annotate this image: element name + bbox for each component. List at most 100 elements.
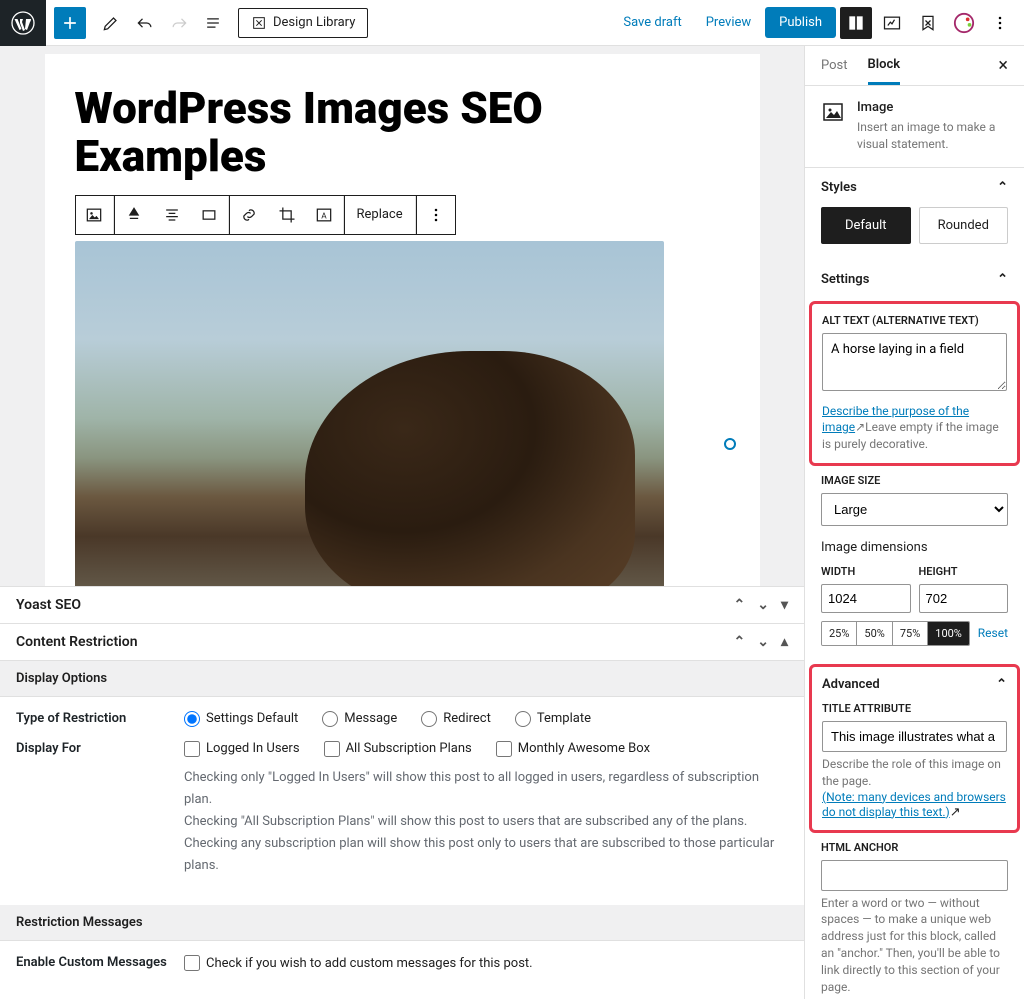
more-options-icon[interactable] <box>984 7 1016 39</box>
editor-canvas[interactable]: WordPress Images SEO Examples A Replace <box>0 46 804 586</box>
width-label: WIDTH <box>821 565 911 578</box>
image-size-label: IMAGE SIZE <box>821 474 1008 487</box>
help-text-2: Checking "All Subscription Plans" will s… <box>184 811 788 833</box>
preview-button[interactable]: Preview <box>696 9 761 36</box>
wide-icon[interactable] <box>191 196 229 234</box>
check-enable-custom[interactable]: Check if you wish to add custom messages… <box>184 955 788 971</box>
block-toolbar: A Replace <box>75 195 456 235</box>
styles-section-header[interactable]: Styles ⌃ <box>805 168 1024 207</box>
anchor-help-text: Enter a word or two — without spaces — t… <box>821 895 1008 996</box>
pct-100-button[interactable]: 100% <box>928 622 969 645</box>
chevron-up-icon: ⌃ <box>997 180 1008 195</box>
alt-text-label: ALT TEXT (ALTERNATIVE TEXT) <box>822 314 1007 327</box>
chevron-up-icon: ⌃ <box>996 677 1007 692</box>
close-sidebar-icon[interactable]: × <box>998 55 1008 76</box>
list-view-icon[interactable] <box>196 6 230 40</box>
block-more-icon[interactable] <box>417 196 455 234</box>
title-attr-input[interactable] <box>822 721 1007 752</box>
yoast-panel-title: Yoast SEO <box>16 597 81 613</box>
post-title[interactable]: WordPress Images SEO Examples <box>45 84 760 191</box>
text-overlay-icon[interactable]: A <box>306 196 344 234</box>
title-help-text: Describe the role of this image on the p… <box>822 756 1007 790</box>
anchor-label: HTML ANCHOR <box>821 841 1008 854</box>
replace-button[interactable]: Replace <box>345 196 416 234</box>
block-type-icon[interactable] <box>76 196 114 234</box>
resize-handle-right[interactable] <box>724 438 736 450</box>
chevron-up-icon[interactable]: ⌃ <box>734 597 746 613</box>
style-rounded-button[interactable]: Rounded <box>919 207 1009 244</box>
radio-template[interactable]: Template <box>515 711 591 727</box>
radio-message[interactable]: Message <box>322 711 397 727</box>
image-dimensions-label: Image dimensions <box>821 540 1008 555</box>
settings-sidebar: Post Block × Image Insert an image to ma… <box>804 46 1024 999</box>
anchor-input[interactable] <box>821 860 1008 891</box>
chevron-down-icon[interactable]: ⌄ <box>757 597 769 613</box>
image-block-icon <box>821 100 845 124</box>
restriction-messages-header: Restriction Messages <box>0 905 804 941</box>
tab-post[interactable]: Post <box>821 48 848 83</box>
block-name: Image <box>857 100 1008 115</box>
check-logged-in[interactable]: Logged In Users <box>184 741 300 757</box>
pct-75-button[interactable]: 75% <box>893 622 928 645</box>
check-monthly[interactable]: Monthly Awesome Box <box>496 741 650 757</box>
add-block-button[interactable] <box>54 7 86 39</box>
pct-25-button[interactable]: 25% <box>822 622 857 645</box>
triangle-up-icon[interactable]: ▴ <box>781 634 788 650</box>
advanced-section-header[interactable]: Advanced ⌃ <box>822 677 1007 702</box>
wordpress-logo[interactable] <box>0 0 46 46</box>
yoast-panel-header[interactable]: Yoast SEO ⌃ ⌄ ▾ <box>0 587 804 624</box>
chevron-up-icon[interactable]: ⌃ <box>734 634 746 650</box>
reset-button[interactable]: Reset <box>978 626 1008 640</box>
settings-toggle[interactable] <box>840 7 872 39</box>
check-all-plans[interactable]: All Subscription Plans <box>324 741 472 757</box>
align-icon[interactable] <box>115 196 153 234</box>
style-default-button[interactable]: Default <box>821 207 911 244</box>
tab-block[interactable]: Block <box>868 47 901 85</box>
chevron-up-icon: ⌃ <box>997 272 1008 287</box>
block-description: Insert an image to make a visual stateme… <box>857 119 1008 153</box>
undo-icon[interactable] <box>128 6 162 40</box>
edit-tool-icon[interactable] <box>94 6 128 40</box>
display-options-header: Display Options <box>0 661 804 697</box>
library-icon <box>251 15 267 31</box>
radio-settings-default[interactable]: Settings Default <box>184 711 298 727</box>
settings-section-header[interactable]: Settings ⌃ <box>805 260 1024 299</box>
redo-icon[interactable] <box>162 6 196 40</box>
content-restriction-header[interactable]: Content Restriction ⌃ ⌄ ▴ <box>0 624 804 661</box>
external-icon: ↗ <box>855 420 865 434</box>
alt-text-highlighted: ALT TEXT (ALTERNATIVE TEXT) A horse layi… <box>809 301 1020 466</box>
svg-text:A: A <box>321 211 327 221</box>
display-for-label: Display For <box>16 741 184 756</box>
image-size-select[interactable]: Large <box>821 493 1008 526</box>
editor-topbar: Design Library Save draft Preview Publis… <box>0 0 1024 46</box>
help-text-1: Checking only "Logged In Users" will sho… <box>184 767 788 811</box>
image-block[interactable] <box>75 241 730 586</box>
chevron-down-icon[interactable]: ⌄ <box>757 634 769 650</box>
link-icon[interactable] <box>230 196 268 234</box>
alt-text-input[interactable]: A horse laying in a field <box>822 333 1007 391</box>
content-restriction-title: Content Restriction <box>16 634 138 650</box>
plugin-icon-2[interactable] <box>912 7 944 39</box>
save-draft-button[interactable]: Save draft <box>613 9 691 36</box>
radio-redirect[interactable]: Redirect <box>421 711 491 727</box>
yoast-icon[interactable] <box>948 7 980 39</box>
design-library-label: Design Library <box>273 15 355 30</box>
align-center-icon[interactable] <box>153 196 191 234</box>
pct-50-button[interactable]: 50% <box>857 622 892 645</box>
type-restriction-label: Type of Restriction <box>16 711 184 726</box>
publish-button[interactable]: Publish <box>765 7 836 38</box>
height-label: HEIGHT <box>919 565 1009 578</box>
enable-custom-label: Enable Custom Messages <box>16 955 184 970</box>
crop-icon[interactable] <box>268 196 306 234</box>
title-attr-label: TITLE ATTRIBUTE <box>822 702 1007 715</box>
advanced-highlighted: Advanced ⌃ TITLE ATTRIBUTE Describe the … <box>809 664 1020 833</box>
design-library-button[interactable]: Design Library <box>238 8 368 38</box>
height-input[interactable] <box>919 584 1009 613</box>
plugin-icon-1[interactable] <box>876 7 908 39</box>
horse-image[interactable] <box>75 241 664 586</box>
triangle-down-icon[interactable]: ▾ <box>781 597 788 613</box>
external-icon: ↗ <box>950 805 961 820</box>
width-input[interactable] <box>821 584 911 613</box>
title-note-link[interactable]: (Note: many devices and browsers do not … <box>822 790 1006 819</box>
help-text-3: Checking any subscription plan will show… <box>184 833 788 877</box>
